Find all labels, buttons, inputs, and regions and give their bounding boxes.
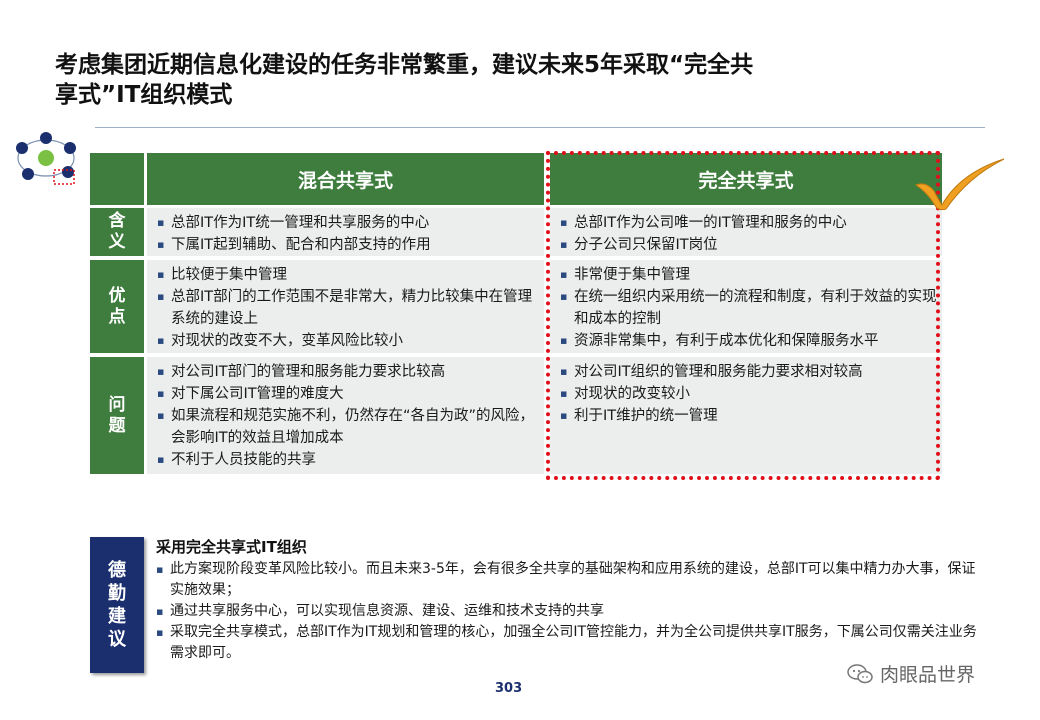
- list-item: 对现状的改变较小: [560, 383, 938, 405]
- list-item: 通过共享服务中心，可以实现信息资源、建设、运维和技术支持的共享: [156, 601, 986, 622]
- recommendation-label: 德 勤 建 议: [90, 537, 144, 673]
- cycle-diagram-icon: [16, 132, 76, 185]
- title-line-2: 享式”IT组织模式: [55, 82, 233, 108]
- watermark: 肉眼品世界: [846, 660, 975, 687]
- page-title: 考虑集团近期信息化建设的任务非常繁重，建议未来5年采取“完全共 享式”IT组织模…: [55, 50, 815, 110]
- list-item: 总部IT作为公司唯一的IT管理和服务的中心: [560, 212, 938, 234]
- list-item: 对现状的改变不大，变革风险比较小: [157, 330, 540, 352]
- list-item: 采取完全共享模式，总部IT作为IT规划和管理的核心，加强全公司IT管控能力，并为…: [156, 622, 986, 664]
- cell-issues-full: 对公司IT组织的管理和服务能力要求相对较高 对现状的改变较小 利于IT维护的统一…: [550, 357, 942, 474]
- cell-advantages-full: 非常便于集中管理 在统一组织内采用统一的流程和制度，有利于效益的实现和成本的控制…: [550, 260, 942, 353]
- list-item: 非常便于集中管理: [560, 264, 938, 286]
- watermark-text: 肉眼品世界: [880, 664, 976, 686]
- title-divider: [95, 127, 985, 128]
- cell-meaning-mixed: 总部IT作为IT统一管理和共享服务的中心 下属IT起到辅助、配合和内部支持的作用: [147, 208, 544, 256]
- header-corner: [90, 153, 144, 205]
- list-item: 利于IT维护的统一管理: [560, 405, 938, 427]
- list-item: 对公司IT组织的管理和服务能力要求相对较高: [560, 361, 938, 383]
- recommendation-title: 采用完全共享式IT组织: [156, 538, 307, 556]
- cell-advantages-mixed: 比较便于集中管理 总部IT部门的工作范围不是非常大，精力比较集中在管理系统的建设…: [147, 260, 544, 353]
- row-label-advantages: 优 点: [90, 260, 144, 353]
- recommendation-block: 采用完全共享式IT组织 此方案现阶段变革风险比较小。而且未来3-5年，会有很多全…: [156, 537, 986, 664]
- list-item: 总部IT作为IT统一管理和共享服务的中心: [157, 212, 540, 234]
- checkmark-icon: [914, 158, 1005, 211]
- cell-issues-mixed: 对公司IT部门的管理和服务能力要求比较高 对下属公司IT管理的难度大 如果流程和…: [147, 357, 544, 474]
- list-item: 在统一组织内采用统一的流程和制度，有利于效益的实现和成本的控制: [560, 286, 938, 330]
- cell-meaning-full: 总部IT作为公司唯一的IT管理和服务的中心 分子公司只保留IT岗位: [550, 208, 942, 256]
- list-item: 下属IT起到辅助、配合和内部支持的作用: [157, 234, 540, 256]
- list-item: 资源非常集中，有利于成本优化和保障服务水平: [560, 330, 938, 352]
- list-item: 对公司IT部门的管理和服务能力要求比较高: [157, 361, 540, 383]
- page-number: 303: [495, 681, 523, 696]
- list-item: 对下属公司IT管理的难度大: [157, 383, 540, 405]
- list-item: 如果流程和规范实施不利，仍然存在“各自为政”的风险，会影响IT的效益且增加成本: [157, 405, 540, 449]
- list-item: 分子公司只保留IT岗位: [560, 234, 938, 256]
- row-label-meaning: 含 义: [90, 208, 144, 256]
- row-label-issues: 问 题: [90, 357, 144, 474]
- list-item: 总部IT部门的工作范围不是非常大，精力比较集中在管理系统的建设上: [157, 286, 540, 330]
- title-line-1: 考虑集团近期信息化建设的任务非常繁重，建议未来5年采取“完全共: [55, 52, 754, 78]
- column-header-mixed: 混合共享式: [147, 153, 544, 205]
- column-header-full: 完全共享式: [550, 153, 942, 205]
- wechat-icon: [847, 663, 873, 683]
- list-item: 比较便于集中管理: [157, 264, 540, 286]
- list-item: 此方案现阶段变革风险比较小。而且未来3-5年，会有很多全共享的基础架构和应用系统…: [156, 559, 986, 601]
- list-item: 不利于人员技能的共享: [157, 449, 540, 471]
